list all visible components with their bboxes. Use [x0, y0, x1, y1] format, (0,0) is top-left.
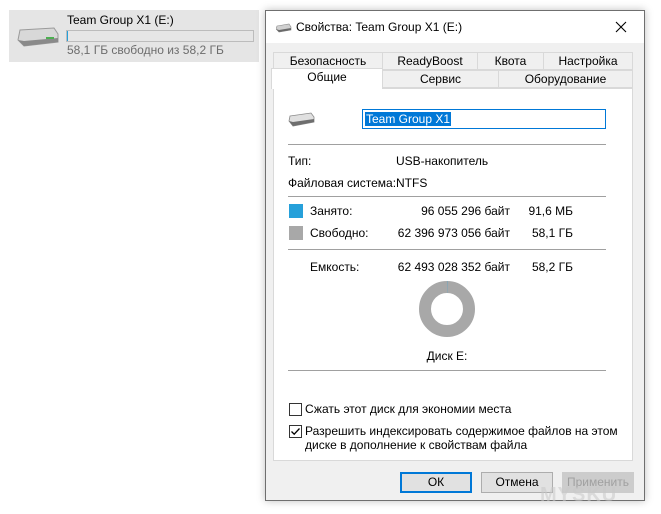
close-button[interactable] [598, 11, 644, 43]
tab-customize[interactable]: Настройка [543, 52, 633, 70]
free-bytes: 62 396 973 056 байт [397, 226, 510, 240]
tab-hardware[interactable]: Оборудование [498, 70, 633, 88]
drive-title-icon [275, 22, 292, 36]
tab-readyboost[interactable]: ReadyBoost [382, 52, 478, 70]
drive-tile[interactable]: Team Group X1 (E:) 58,1 ГБ свободно из 5… [9, 10, 259, 62]
used-label: Занято: [310, 204, 353, 218]
filesystem-label: Файловая система: [288, 176, 397, 190]
divider [288, 144, 606, 145]
used-bytes: 96 055 296 байт [421, 204, 510, 218]
index-label-line2: диске в дополнение к свойствам файла [305, 438, 528, 452]
disk-label: Диск E: [426, 349, 468, 363]
drive-name-input[interactable]: Team Group X1 [362, 109, 606, 129]
drive-usage-bar [66, 30, 254, 42]
divider [288, 196, 606, 197]
index-checkbox[interactable] [289, 425, 302, 438]
compress-label: Сжать этот диск для экономии места [305, 402, 512, 416]
tab-tools[interactable]: Сервис [382, 70, 499, 88]
free-size: 58,1 ГБ [531, 226, 573, 240]
used-color-swatch [289, 204, 303, 218]
close-icon [615, 21, 627, 33]
tab-quota[interactable]: Квота [477, 52, 544, 70]
free-label: Свободно: [310, 226, 369, 240]
usb-drive-icon [16, 26, 60, 51]
index-label-line1: Разрешить индексировать содержимое файло… [305, 424, 618, 438]
type-value: USB-накопитель [396, 154, 489, 168]
compress-checkbox[interactable] [289, 403, 302, 416]
dialog-title: Свойства: Team Group X1 (E:) [296, 20, 463, 34]
general-tab-panel: Team Group X1 Тип: USB-накопитель Файлов… [273, 88, 633, 461]
ok-button[interactable]: ОК [400, 472, 472, 493]
properties-dialog: Свойства: Team Group X1 (E:) Безопасност… [265, 10, 645, 501]
watermark-logo: MYSKU [540, 484, 618, 506]
capacity-bytes: 62 493 028 352 байт [397, 260, 510, 274]
drive-name: Team Group X1 (E:) [67, 13, 174, 27]
drive-name-value: Team Group X1 [365, 112, 452, 126]
drive-large-icon [288, 111, 316, 132]
filesystem-value: NTFS [396, 176, 428, 190]
capacity-label: Емкость: [310, 260, 360, 274]
drive-free-space: 58,1 ГБ свободно из 58,2 ГБ [67, 43, 224, 57]
divider [288, 370, 606, 371]
free-color-swatch [289, 226, 303, 240]
type-label: Тип: [288, 154, 312, 168]
checkmark-icon [291, 428, 300, 436]
used-size: 91,6 МБ [528, 204, 573, 218]
capacity-size: 58,2 ГБ [531, 260, 573, 274]
title-bar: Свойства: Team Group X1 (E:) [266, 11, 644, 43]
divider [288, 249, 606, 250]
disk-usage-ring [418, 280, 476, 341]
tab-general[interactable]: Общие [271, 68, 383, 89]
